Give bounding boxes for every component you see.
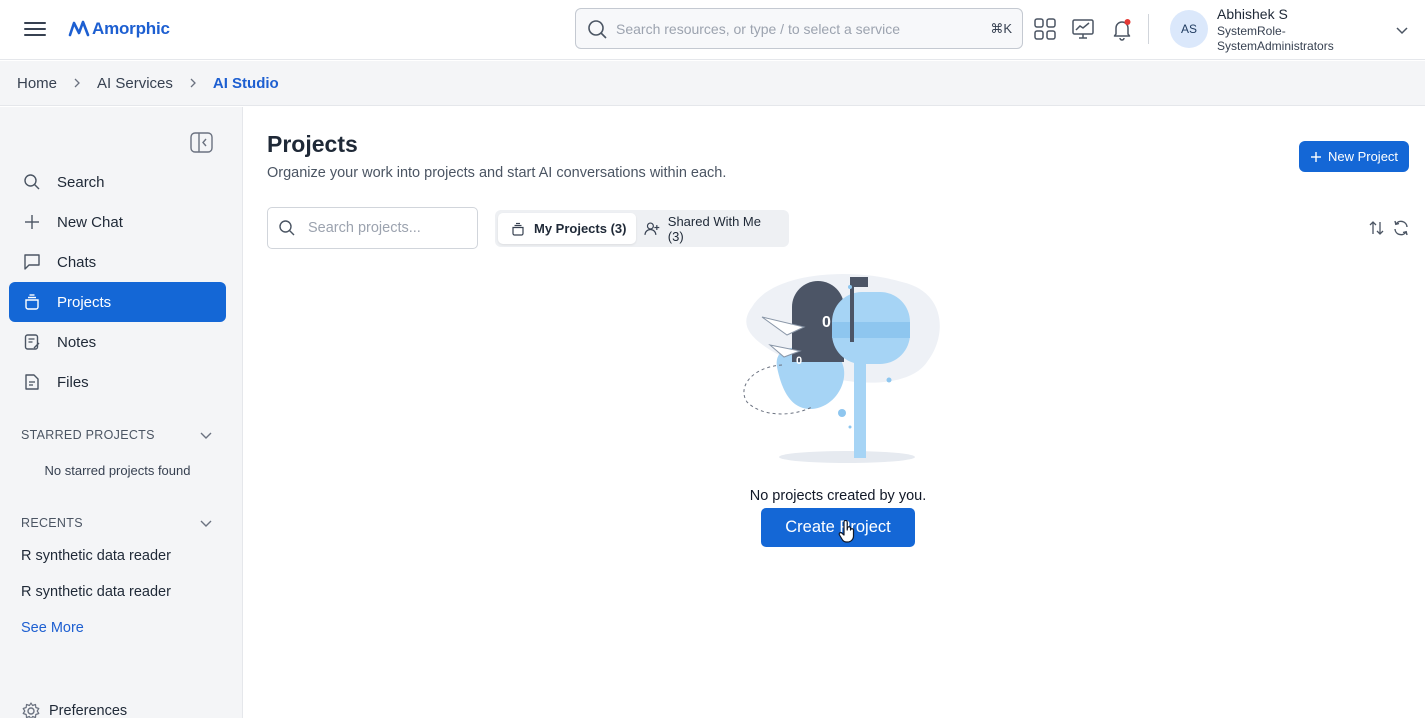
new-project-label: New Project <box>1327 149 1399 164</box>
sidebar-item-label: Notes <box>57 333 97 351</box>
search-icon <box>588 19 607 39</box>
preferences-item[interactable]: Preferences <box>21 701 127 718</box>
sidebar-item-new-chat[interactable]: New Chat <box>9 202 226 242</box>
gear-icon <box>22 702 40 718</box>
svg-text:0: 0 <box>822 314 831 331</box>
sidebar-item-chats[interactable]: Chats <box>9 242 226 282</box>
breadcrumb-ai-studio: AI Studio <box>212 74 279 92</box>
chevron-down-icon[interactable] <box>1394 22 1410 38</box>
sidebar-item-label: Chats <box>57 253 97 271</box>
empty-mailbox-illustration: 0 0 <box>743 274 940 463</box>
breadcrumb-home[interactable]: Home <box>17 75 57 92</box>
create-project-button[interactable]: Create Project <box>761 508 915 547</box>
search-icon <box>22 172 42 192</box>
sidebar: Search New Chat Chats Projects Notes Fil… <box>0 107 243 718</box>
sidebar-item-files[interactable]: Files <box>9 362 226 402</box>
notification-bell-icon[interactable] <box>1110 17 1134 41</box>
page-title: Projects <box>267 131 358 157</box>
tab-label: My Projects (3) <box>534 221 627 236</box>
recents-title: RECENTS <box>21 516 83 530</box>
sidebar-item-notes[interactable]: Notes <box>9 322 226 362</box>
projects-icon <box>22 292 42 312</box>
sidebar-item-search[interactable]: Search <box>9 162 226 202</box>
sidebar-item-label: Files <box>57 373 89 391</box>
user-name: Abhishek S <box>1217 6 1288 22</box>
chat-bubble-icon <box>22 252 42 272</box>
file-icon <box>22 372 42 392</box>
chevron-right-icon <box>190 78 196 88</box>
amorphic-logo-icon <box>68 20 90 37</box>
plus-icon <box>22 212 42 232</box>
global-search-input[interactable] <box>616 20 976 37</box>
project-search-box[interactable] <box>267 207 478 249</box>
projects-icon <box>512 222 524 236</box>
project-scope-tabs: My Projects (3) Shared With Me (3) <box>495 210 789 247</box>
note-icon <box>22 332 42 352</box>
chevron-right-icon <box>74 78 80 88</box>
tab-my-projects[interactable]: My Projects (3) <box>498 213 637 244</box>
sidebar-item-label: Projects <box>57 293 112 311</box>
svg-text:0: 0 <box>796 355 802 367</box>
user-add-icon <box>644 221 660 235</box>
apps-grid-icon[interactable] <box>1033 17 1057 41</box>
sidebar-item-projects[interactable]: Projects <box>9 282 226 322</box>
tab-label: Shared With Me (3) <box>667 213 761 244</box>
breadcrumb: Home AI Services AI Studio <box>0 61 1425 106</box>
see-more-link[interactable]: See More <box>21 620 84 636</box>
global-search-box[interactable]: ⌘K <box>575 8 1023 49</box>
menu-icon[interactable] <box>22 18 48 40</box>
tab-shared-with-me[interactable]: Shared With Me (3) <box>632 213 789 244</box>
header-divider <box>1148 14 1149 44</box>
sort-icon[interactable] <box>1368 219 1386 237</box>
recent-item[interactable]: R synthetic data reader <box>21 584 171 600</box>
project-search-input[interactable] <box>308 220 468 236</box>
starred-projects-title: STARRED PROJECTS <box>21 428 155 442</box>
search-icon <box>279 220 295 236</box>
main-content: Projects Organize your work into project… <box>244 107 1425 718</box>
preferences-label: Preferences <box>49 703 128 718</box>
recent-item[interactable]: R synthetic data reader <box>21 548 171 564</box>
new-project-button[interactable]: New Project <box>1299 141 1409 172</box>
app-logo-text: Amorphic <box>92 19 170 38</box>
analytics-monitor-icon[interactable] <box>1071 17 1095 41</box>
app-logo[interactable]: Amorphic <box>68 14 170 44</box>
sidebar-item-label: New Chat <box>57 213 123 231</box>
breadcrumb-ai-services[interactable]: AI Services <box>97 75 173 92</box>
chevron-down-icon[interactable] <box>198 515 214 531</box>
chevron-down-icon[interactable] <box>198 427 214 443</box>
empty-state-message: No projects created by you. <box>749 488 927 504</box>
user-avatar[interactable]: AS <box>1170 10 1208 48</box>
search-shortcut: ⌘K <box>990 21 1012 36</box>
refresh-icon[interactable] <box>1392 219 1410 237</box>
user-role: SystemRole-SystemAdministrators <box>1217 24 1334 53</box>
top-header: Amorphic ⌘K AS Abhishek S SystemRole-Sys… <box>0 0 1425 60</box>
page-subtitle: Organize your work into projects and sta… <box>267 165 727 181</box>
plus-icon <box>1310 151 1321 162</box>
starred-projects-empty: No starred projects found <box>44 463 191 478</box>
sidebar-item-label: Search <box>57 173 105 191</box>
sidebar-collapse-icon[interactable] <box>190 132 213 153</box>
